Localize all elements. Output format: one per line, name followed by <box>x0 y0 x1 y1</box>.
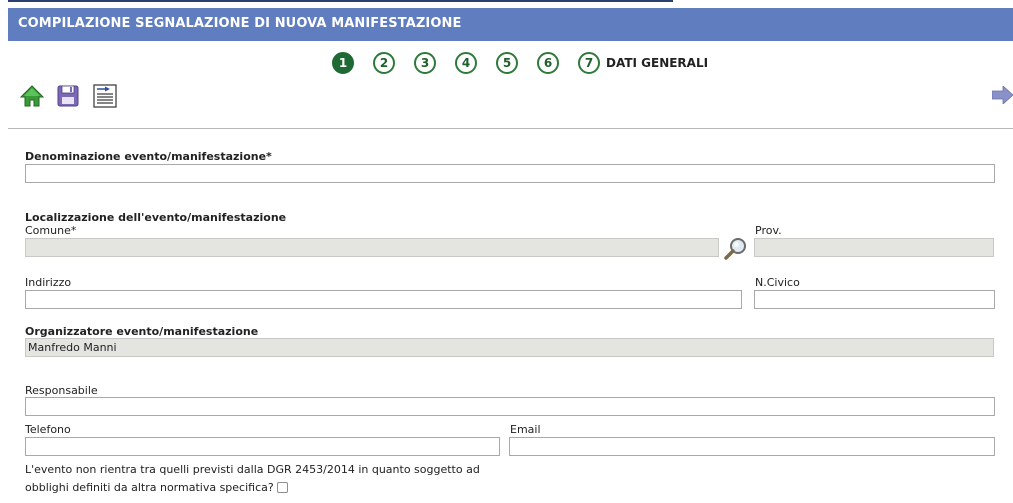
wizard-current-step-label: DATI GENERALI <box>606 56 709 70</box>
organizzatore-input[interactable] <box>25 338 994 357</box>
denominazione-input[interactable] <box>25 164 995 183</box>
telefono-input[interactable] <box>25 437 500 456</box>
prov-input[interactable] <box>754 238 994 257</box>
responsabile-label: Responsabile <box>25 384 98 397</box>
organizzatore-label: Organizzatore evento/manifestazione <box>25 325 259 338</box>
civico-label: N.Civico <box>755 276 800 289</box>
telefono-label: Telefono <box>25 423 71 436</box>
search-comune-icon[interactable] <box>723 236 749 262</box>
toolbar-divider <box>8 128 1013 129</box>
indirizzo-input[interactable] <box>25 290 742 309</box>
localizzazione-section-label: Localizzazione dell'evento/manifestazion… <box>25 211 287 224</box>
responsabile-input[interactable] <box>25 397 995 416</box>
wizard-step-1[interactable]: 1 <box>332 52 354 74</box>
top-accent-line <box>8 0 673 2</box>
save-icon[interactable] <box>56 84 80 108</box>
email-label: Email <box>510 423 541 436</box>
dgr-question-line2: obblighi definiti da altra normativa spe… <box>25 481 274 494</box>
wizard-step-3[interactable]: 3 <box>414 52 436 74</box>
dgr-checkbox[interactable] <box>277 482 288 493</box>
denominazione-label: Denominazione evento/manifestazione* <box>25 150 272 163</box>
home-icon[interactable] <box>19 84 45 108</box>
prov-label: Prov. <box>755 224 782 237</box>
page-header: COMPILAZIONE SEGNALAZIONE DI NUOVA MANIF… <box>8 8 1013 41</box>
comune-label: Comune* <box>25 224 77 237</box>
wizard-step-2[interactable]: 2 <box>373 52 395 74</box>
wizard-step-5[interactable]: 5 <box>496 52 518 74</box>
indirizzo-label: Indirizzo <box>25 276 72 289</box>
next-arrow-icon[interactable] <box>991 85 1013 105</box>
import-icon[interactable] <box>93 84 117 108</box>
wizard-steps: 1 2 3 4 5 6 7 DATI GENERALI <box>332 52 708 74</box>
email-input[interactable] <box>509 437 995 456</box>
civico-input[interactable] <box>754 290 995 309</box>
wizard-step-6[interactable]: 6 <box>537 52 559 74</box>
comune-input[interactable] <box>25 238 719 257</box>
dgr-question-line1: L'evento non rientra tra quelli previsti… <box>25 463 480 476</box>
page-title: COMPILAZIONE SEGNALAZIONE DI NUOVA MANIF… <box>18 16 462 31</box>
wizard-step-4[interactable]: 4 <box>455 52 477 74</box>
wizard-step-7[interactable]: 7 <box>578 52 600 74</box>
